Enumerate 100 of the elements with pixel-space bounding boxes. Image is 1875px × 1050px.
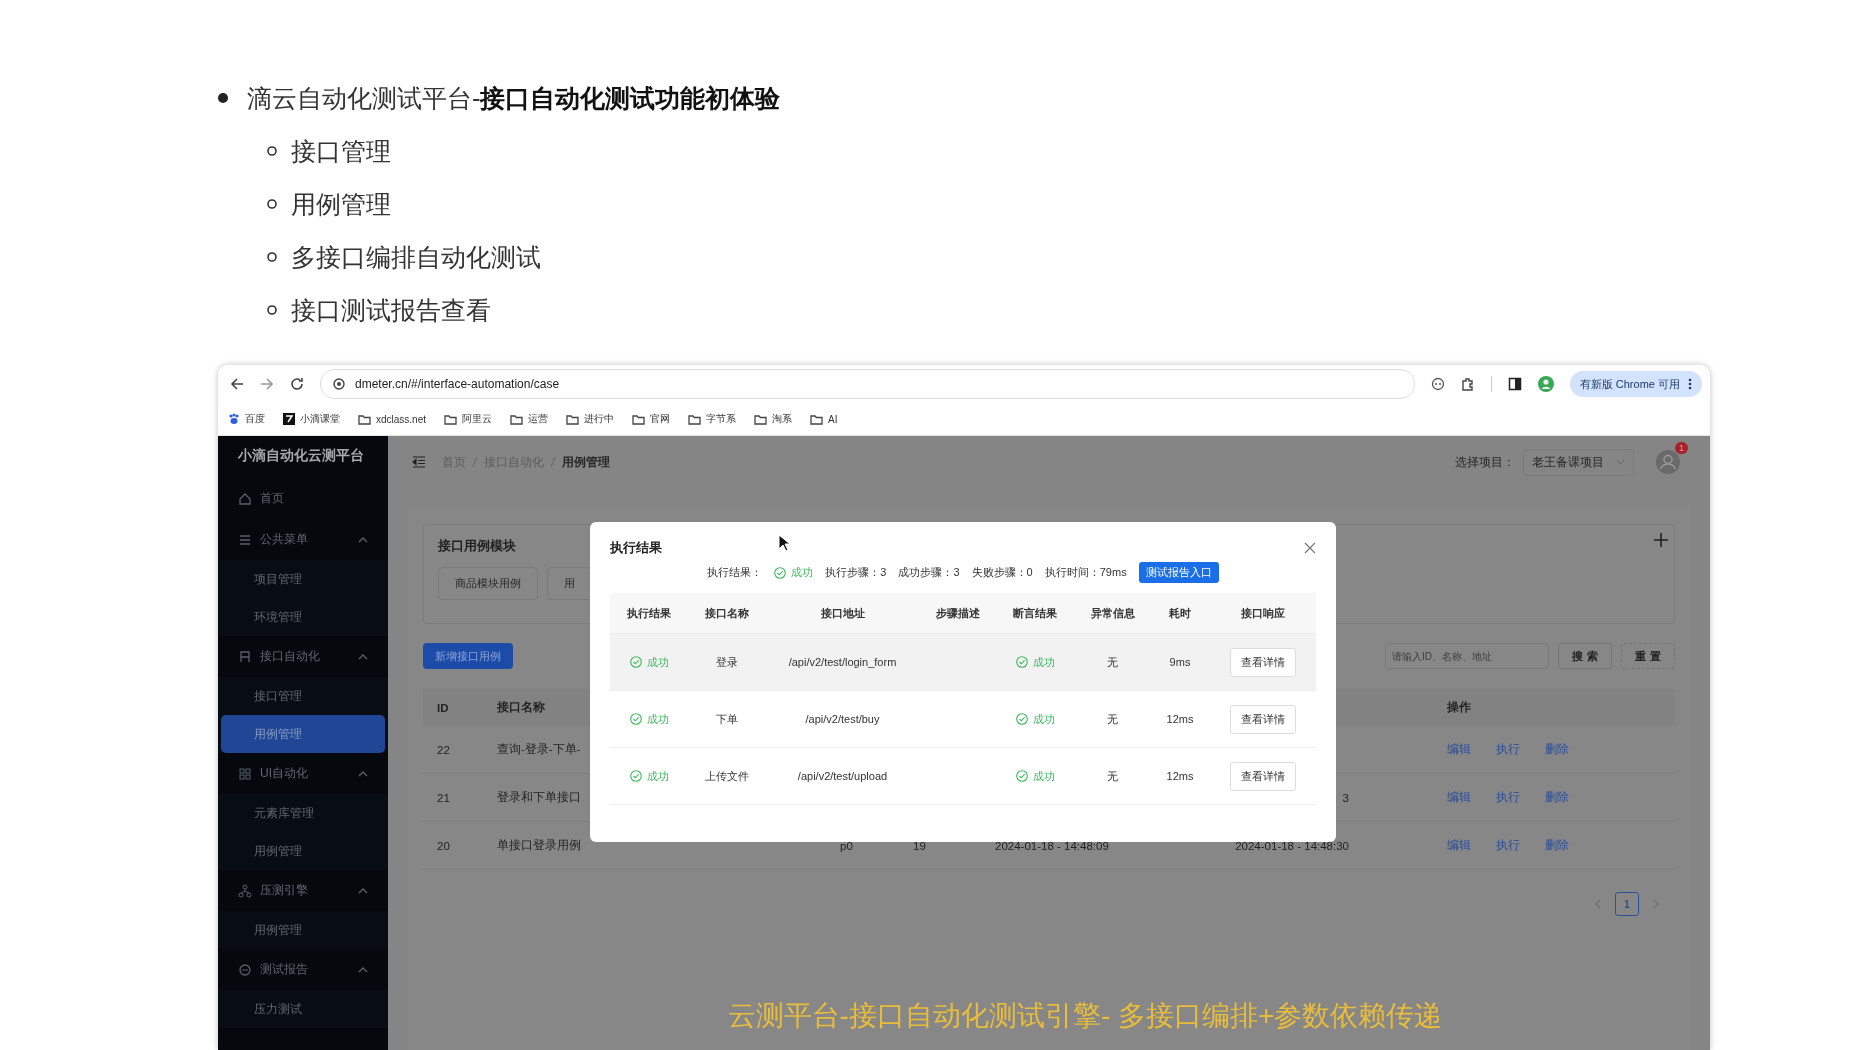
table-cell: 2024-01-18 - 14:48:09 <box>995 839 1109 852</box>
bookmark[interactable]: 进行中 <box>566 412 615 426</box>
bookmark[interactable]: 小滴课堂 <box>283 412 340 426</box>
menu-group[interactable]: 接口自动化 <box>218 636 388 677</box>
bookmark[interactable]: AI <box>810 413 838 425</box>
chevron-down-icon <box>1616 459 1625 465</box>
action-link[interactable]: 执行 <box>1496 742 1520 757</box>
side-panel-icon[interactable] <box>1507 377 1522 391</box>
add-icon[interactable] <box>1654 533 1668 547</box>
action-link[interactable]: 执行 <box>1496 790 1520 805</box>
dialog-title: 执行结果 <box>610 539 662 557</box>
table-cell: 上传文件 <box>704 768 749 784</box>
menu-group[interactable]: UI自动化 <box>218 753 388 794</box>
breadcrumb-item: 用例管理 <box>562 454 610 470</box>
table-cell: 登录 <box>715 654 738 670</box>
collapse-menu-icon[interactable] <box>412 456 426 468</box>
column-header: 步骤描述 <box>935 605 980 621</box>
folder-icon <box>566 413 580 425</box>
circle-bullet-icon <box>267 252 277 262</box>
action-link[interactable]: 编辑 <box>1447 838 1471 853</box>
action-link[interactable]: 删除 <box>1545 790 1569 805</box>
menu-item[interactable]: 用例管理 <box>221 715 385 753</box>
table-cell-text: 2024-01-18 - 14:48:30 <box>1234 839 1349 852</box>
column-header: ID <box>437 701 449 714</box>
slash-separator-icon <box>472 456 478 468</box>
table-cell: 登录和下单接口 <box>497 790 581 805</box>
status-text: 成功 <box>629 654 669 670</box>
circle-bullet-icon <box>267 305 277 315</box>
menu-item[interactable]: 用例管理 <box>218 911 388 949</box>
list-item: 多接口编排自动化测试 <box>291 241 541 273</box>
menu-item[interactable]: 接口管理 <box>218 677 388 715</box>
chevron-up-icon <box>358 536 368 543</box>
report-button[interactable]: 测试报告入口 <box>1138 562 1219 583</box>
site-info-icon <box>333 378 345 390</box>
chevron-up-icon <box>358 966 368 973</box>
bookmark[interactable]: xdclass.net <box>358 413 427 425</box>
folder-icon <box>632 413 646 425</box>
bookmark[interactable]: 百度 <box>228 412 265 426</box>
project-select[interactable]: 老王备课项目 <box>1523 448 1634 476</box>
column-header: 接口名称 <box>497 700 545 715</box>
circle-bullet-icon <box>267 199 277 209</box>
status-text: 成功 <box>1015 654 1055 670</box>
update-chrome-button[interactable]: 有新版 Chrome 可用 <box>1569 371 1702 397</box>
action-link[interactable]: 删除 <box>1545 838 1569 853</box>
table-cell: 无 <box>1107 711 1118 727</box>
menu-item[interactable]: 用例管理 <box>218 832 388 870</box>
bullet-icon <box>218 93 228 103</box>
menu-item[interactable]: 项目管理 <box>218 560 388 598</box>
search-button[interactable]: 搜 索 <box>1558 643 1612 669</box>
chevron-up-icon <box>358 770 368 777</box>
notification-badge: 1 <box>1675 442 1688 454</box>
bookmark[interactable]: 字节系 <box>688 412 737 426</box>
nodes-icon <box>238 883 252 898</box>
back-icon[interactable] <box>230 377 244 391</box>
menu-group[interactable]: 公共菜单 <box>218 519 388 560</box>
reload-icon[interactable] <box>290 377 304 391</box>
action-link[interactable]: 编辑 <box>1447 742 1471 757</box>
table-cell-text: 3 <box>1341 791 1349 804</box>
action-link[interactable]: 执行 <box>1496 838 1520 853</box>
subtitle-caption: 云测平台-接口自动化测试引擎- 多接口编排+参数依赖传递 <box>727 999 1443 1033</box>
profile-avatar-icon[interactable] <box>1537 376 1554 392</box>
table-cell: 无 <box>1107 768 1118 784</box>
reset-button[interactable]: 重 置 <box>1621 643 1675 669</box>
check-circle-icon <box>629 656 642 668</box>
close-icon[interactable] <box>1304 542 1316 554</box>
action-link[interactable]: 编辑 <box>1447 790 1471 805</box>
module-button[interactable]: 用 <box>547 567 592 600</box>
folder-icon <box>754 413 768 425</box>
column-header: 耗时 <box>1169 605 1191 621</box>
bookmark[interactable]: 官网 <box>632 412 671 426</box>
module-button[interactable]: 商品模块用例 <box>438 567 538 600</box>
bookmark[interactable]: 阿里云 <box>444 412 493 426</box>
menu-item[interactable]: 元素库管理 <box>218 794 388 832</box>
view-details-button[interactable]: 查看详情 <box>1229 704 1296 734</box>
extensions-icon[interactable] <box>1460 377 1475 391</box>
view-details-button[interactable]: 查看详情 <box>1229 761 1296 791</box>
menu-item[interactable]: 环境管理 <box>218 598 388 636</box>
app-title: 小滴自动化云测平台 <box>237 446 365 465</box>
slash-separator-icon <box>550 456 556 468</box>
menu-group[interactable]: 压测引擎 <box>218 870 388 911</box>
action-link[interactable]: 删除 <box>1545 742 1569 757</box>
forward-icon[interactable] <box>260 377 274 391</box>
menu-item[interactable]: 压力测试 <box>218 990 388 1028</box>
bookmark[interactable]: 淘系 <box>754 412 793 426</box>
check-circle-icon <box>1015 770 1028 782</box>
panel-title: 接口用例模块 <box>438 537 516 555</box>
status-text: 成功 <box>629 768 669 784</box>
address-bar[interactable]: dmeter.cn/#/interface-automation/case <box>320 369 1415 399</box>
circle-bullet-icon <box>267 146 277 156</box>
add-case-button[interactable]: 新增接口用例 <box>423 643 513 669</box>
menu-item[interactable]: 首页 <box>218 478 388 519</box>
check-circle-icon <box>629 713 642 725</box>
table-cell: 12ms <box>1166 713 1194 725</box>
menu-group[interactable]: 测试报告 <box>218 949 388 990</box>
column-header: 接口名称 <box>704 605 749 621</box>
list-icon <box>238 532 252 547</box>
page-button[interactable]: 1 <box>1615 892 1639 916</box>
list-item: 接口测试报告查看 <box>291 294 491 326</box>
view-details-button[interactable]: 查看详情 <box>1229 647 1296 677</box>
bookmark[interactable]: 运营 <box>510 412 549 426</box>
